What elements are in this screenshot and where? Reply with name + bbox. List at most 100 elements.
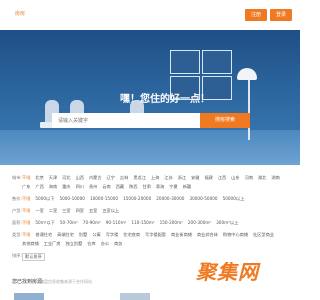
filter-option[interactable]: 上海 <box>151 175 159 181</box>
filter-option[interactable]: 50000以上 <box>223 196 245 202</box>
filter-option[interactable]: 200-300m² <box>188 220 211 226</box>
filter-option[interactable]: 西藏 <box>116 184 124 190</box>
filter-option[interactable]: 甘肃 <box>143 184 151 190</box>
filter-option[interactable]: 云南 <box>102 184 110 190</box>
filter-option[interactable]: 吉林 <box>120 175 128 181</box>
wall-picture-frame <box>202 50 232 74</box>
listing-thumbnail[interactable] <box>120 293 150 300</box>
filter-option[interactable]: 110-150m² <box>131 220 154 226</box>
login-button[interactable]: 登录 <box>270 9 292 21</box>
filter-option[interactable]: 不限 <box>22 196 30 202</box>
filter-option[interactable]: 150-200m² <box>160 220 183 226</box>
filter-option[interactable]: 五室以上 <box>102 208 119 214</box>
filter-option[interactable]: 辽宁 <box>107 175 115 181</box>
filter-option[interactable]: 公寓 <box>92 232 100 238</box>
filter-option[interactable]: 五室 <box>89 208 97 214</box>
filter-option[interactable]: 广西 <box>35 184 43 190</box>
filter-option[interactable]: 10000-15000 <box>90 196 118 202</box>
filter-option[interactable]: 住宅底商 <box>123 232 140 238</box>
filter-option[interactable]: 四室 <box>76 208 84 214</box>
filter-options-layout: 不限 一室 二室 三室 四室 五室 五室以上 <box>22 208 282 214</box>
filter-option[interactable]: 5000以下 <box>35 196 54 202</box>
sort-select[interactable]: 默认排序 <box>22 253 45 261</box>
filter-option[interactable]: 普通住宅 <box>35 232 52 238</box>
filter-option[interactable]: 独立别墅 <box>66 241 83 247</box>
filter-label: 售价: <box>12 196 22 201</box>
filter-option[interactable]: 70-90m² <box>83 220 101 226</box>
filter-option[interactable]: 新疆 <box>183 184 191 190</box>
filter-option[interactable]: 购物中心商铺 <box>223 232 248 238</box>
filter-option[interactable]: 二室 <box>49 208 57 214</box>
filter-row-layout: 户型: 不限 一室 二室 三室 四室 五室 五室以上 <box>12 208 294 214</box>
filter-panel: 城市: 不限 北京 天津 河北 山西 内蒙古 辽宁 吉林 黑龙江 上海 江苏 浙江 安徽 福建 江西 山东 河南… <box>12 175 294 267</box>
filter-option[interactable]: 写字楼 <box>106 232 119 238</box>
filter-option[interactable]: 湖北 <box>258 175 266 181</box>
filter-option[interactable]: 高端住宅 <box>57 232 74 238</box>
filter-option[interactable]: 商业综合体 <box>197 232 218 238</box>
filter-option[interactable]: 不限 <box>22 208 30 214</box>
hero-banner: 嘿！您住的好一点！ <box>0 30 300 165</box>
filter-options-type: 不限 普通住宅 高端住宅 别墅 公寓 写字楼 住宅底商 写字楼配套 商业街商铺 商业综合体 购物中心… <box>22 232 282 247</box>
filter-option[interactable]: 浙江 <box>178 175 186 181</box>
filter-option[interactable]: 一室 <box>35 208 43 214</box>
filter-option[interactable]: 广东 <box>22 184 30 190</box>
filter-option[interactable]: 山西 <box>76 175 84 181</box>
filter-option[interactable]: 办公 <box>101 241 109 247</box>
filter-option[interactable]: 北京 <box>35 175 43 181</box>
filter-option[interactable]: 50m²以下 <box>35 220 54 226</box>
filter-option[interactable]: 河北 <box>62 175 70 181</box>
filter-option[interactable]: 20000-30000 <box>156 196 184 202</box>
filter-options-region: 不限 北京 天津 河北 山西 内蒙古 辽宁 吉林 黑龙江 上海 江苏 浙江 安徽 福建 江西 山东 河南 湖北 湖南… <box>22 175 282 190</box>
filter-option[interactable]: 天津 <box>49 175 57 181</box>
filter-options-price: 不限 5000以下 5000-10000 10000-15000 15000-20000… <box>22 196 282 202</box>
filter-row-type: 类型: 不限 普通住宅 高端住宅 别墅 公寓 写字楼 住宅底商 写字楼配套 商业街商铺 商业综合体… <box>12 232 294 247</box>
filter-option[interactable]: 江西 <box>218 175 226 181</box>
search-button[interactable]: 搜房搜索 <box>200 113 250 128</box>
filter-option[interactable]: 300m²以上 <box>216 220 238 226</box>
filter-option[interactable]: 黑龙江 <box>133 175 146 181</box>
filter-option[interactable]: 陕西 <box>129 184 137 190</box>
filter-option[interactable]: 不限 <box>22 232 30 238</box>
filter-row-region: 城市: 不限 北京 天津 河北 山西 内蒙古 辽宁 吉林 黑龙江 上海 江苏 浙江 安徽 福建 江西 山东 河南… <box>12 175 294 190</box>
filter-option[interactable]: 安徽 <box>191 175 199 181</box>
filter-label: 城市: <box>12 175 22 180</box>
filter-option[interactable]: 重庆 <box>62 184 70 190</box>
filter-option[interactable]: 不限 <box>22 175 30 181</box>
filter-option[interactable]: 商业街商铺 <box>171 232 192 238</box>
filter-option[interactable]: 工业厂房 <box>44 241 61 247</box>
filter-option[interactable]: 写字楼配套 <box>145 232 166 238</box>
filter-option[interactable]: 山东 <box>231 175 239 181</box>
filter-option[interactable]: 青海 <box>156 184 164 190</box>
top-bar: 房房 注册 登录 <box>0 0 300 30</box>
hero-slogan: 嘿！您住的好一点！ <box>120 94 210 105</box>
filter-option[interactable]: 贵州 <box>89 184 97 190</box>
filter-option[interactable]: 内蒙古 <box>89 175 102 181</box>
filter-option[interactable]: 5000-10000 <box>59 196 85 202</box>
filter-option[interactable]: 不限 <box>22 220 30 226</box>
filter-options-area: 不限 50m²以下 50-70m² 70-90m² 90-110m² 110-150m² 1… <box>22 220 282 226</box>
filter-option[interactable]: 别墅 <box>79 232 87 238</box>
filter-option[interactable]: 仓库 <box>87 241 95 247</box>
filter-option[interactable]: 90-110m² <box>106 220 127 226</box>
filter-option[interactable]: 商务 <box>114 241 122 247</box>
filter-option[interactable]: 30000-50000 <box>189 196 217 202</box>
register-button[interactable]: 注册 <box>245 9 267 21</box>
filter-option[interactable]: 15000-20000 <box>123 196 151 202</box>
filter-option[interactable]: 社区型商业 <box>253 232 274 238</box>
filter-option[interactable]: 福建 <box>204 175 212 181</box>
search-input[interactable] <box>52 113 200 128</box>
filter-option[interactable]: 四川 <box>76 184 84 190</box>
lamp-icon <box>237 68 257 80</box>
filter-option[interactable]: 湖南 <box>271 175 279 181</box>
filter-option[interactable]: 50-70m² <box>60 220 78 226</box>
filter-option[interactable]: 宁夏 <box>169 184 177 190</box>
logo-text[interactable]: 房房 <box>15 10 25 17</box>
filter-option[interactable]: 江苏 <box>164 175 172 181</box>
filter-option[interactable]: 其他商铺 <box>22 241 39 247</box>
filter-option[interactable]: 三室 <box>62 208 70 214</box>
filter-option[interactable]: 海南 <box>49 184 57 190</box>
listing-thumbnail[interactable] <box>14 293 44 300</box>
filter-option[interactable]: 河南 <box>245 175 253 181</box>
listing-title: 您已找到房源: <box>12 279 44 285</box>
filter-label: 排序: <box>12 253 22 258</box>
